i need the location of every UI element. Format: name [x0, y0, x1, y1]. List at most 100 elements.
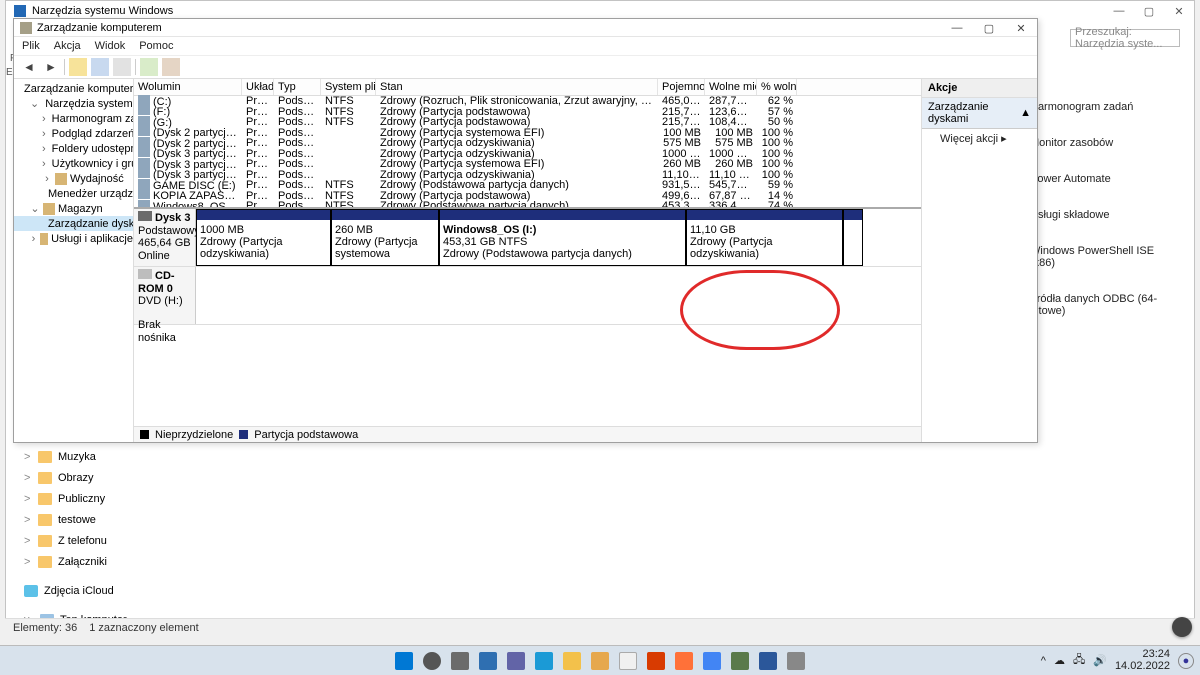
taskbar[interactable]: ^ ☁ 🖧 🔊 23:24 14.02.2022 ●: [0, 645, 1200, 675]
explorer-icon[interactable]: [563, 652, 581, 670]
tree-node[interactable]: Menedżer urządzeń: [14, 186, 133, 201]
photos-icon[interactable]: [731, 652, 749, 670]
tray-cloud-icon[interactable]: ☁: [1054, 654, 1065, 667]
tree-node[interactable]: Zarządzanie dyskami: [14, 216, 133, 231]
calculator-icon[interactable]: [703, 652, 721, 670]
col-pct[interactable]: % wolnego: [757, 79, 797, 95]
sidebar-folder[interactable]: Z telefonu: [6, 530, 206, 551]
menu-widok[interactable]: Widok: [95, 40, 126, 52]
swatch-unallocated: [140, 430, 149, 439]
taskview-icon[interactable]: [451, 652, 469, 670]
maximize-button[interactable]: ▢: [1134, 1, 1164, 21]
partition[interactable]: 260 MBZdrowy (Partycja systemowa: [331, 209, 439, 266]
tray-clock[interactable]: 23:24 14.02.2022: [1115, 649, 1170, 672]
tree-icon: [43, 203, 55, 215]
actions-more[interactable]: Więcej akcji ▸: [922, 129, 1037, 148]
tree-node[interactable]: ›Foldery udostępnione: [14, 141, 133, 156]
disk3-header[interactable]: Dysk 3 Podstawowy 465,64 GB Online: [134, 209, 196, 266]
col-poj[interactable]: Pojemność: [658, 79, 705, 95]
floating-badge[interactable]: [1172, 617, 1192, 637]
menu-plik[interactable]: Plik: [22, 40, 40, 52]
tool-link[interactable]: Monitor zasobów: [1030, 137, 1180, 149]
menu-pomoc[interactable]: Pomoc: [139, 40, 173, 52]
sidebar-icloud[interactable]: Zdjęcia iCloud: [6, 580, 206, 601]
forward-button[interactable]: ►: [42, 58, 60, 76]
tool-link[interactable]: Źródła danych ODBC (64-bitowe): [1030, 293, 1180, 317]
calendar-icon[interactable]: [591, 652, 609, 670]
settings-icon[interactable]: [619, 652, 637, 670]
volume-icon: [138, 189, 150, 199]
tree-node[interactable]: ›Usługi i aplikacje: [14, 231, 133, 246]
volume-table[interactable]: Wolumin Układ Typ System plików Stan Poj…: [134, 79, 921, 209]
actions-pane: Akcje Zarządzanie dyskami▲ Więcej akcji …: [922, 79, 1037, 442]
mmc-minimize-button[interactable]: —: [941, 19, 973, 37]
toolbar-icon-3[interactable]: [113, 58, 131, 76]
tray-volume-icon[interactable]: 🔊: [1093, 654, 1107, 667]
teams-icon[interactable]: [507, 652, 525, 670]
settings-icon[interactable]: [162, 58, 180, 76]
taskbar-apps[interactable]: [395, 652, 805, 670]
col-fs[interactable]: System plików: [321, 79, 376, 95]
tray-network-icon[interactable]: 🖧: [1073, 651, 1085, 670]
col-uklad[interactable]: Układ: [242, 79, 274, 95]
cdrom-header[interactable]: CD-ROM 0 DVD (H:) Brak nośnika: [134, 267, 196, 324]
sidebar-folder[interactable]: testowe: [6, 509, 206, 530]
nav-tree[interactable]: Zarządzanie komputerem (loka⌄Narzędzia s…: [14, 79, 134, 442]
status-selected: 1 zaznaczony element: [89, 622, 198, 634]
sidebar-folder[interactable]: Muzyka: [6, 446, 206, 467]
search-input[interactable]: Przeszukaj: Narzędzia syste...: [1070, 29, 1180, 47]
tree-node[interactable]: ›Wydajność: [14, 171, 133, 186]
office-icon[interactable]: [647, 652, 665, 670]
firefox-icon[interactable]: [675, 652, 693, 670]
col-typ[interactable]: Typ: [274, 79, 321, 95]
mmc-close-button[interactable]: ✕: [1005, 19, 1037, 37]
tree-node[interactable]: ⌄Magazyn: [14, 201, 133, 216]
search-icon[interactable]: [423, 652, 441, 670]
tree-node[interactable]: ›Użytkownicy i grupy lok: [14, 156, 133, 171]
sidebar-folder[interactable]: Publiczny: [6, 488, 206, 509]
legend-primary: Partycja podstawowa: [254, 429, 358, 441]
tool-link[interactable]: Power Automate: [1030, 173, 1180, 185]
printer-icon[interactable]: [787, 652, 805, 670]
tray-chevron-icon[interactable]: ^: [1041, 655, 1046, 667]
tree-node[interactable]: ⌄Narzędzia systemowe: [14, 96, 133, 111]
sidebar-folder[interactable]: Załączniki: [6, 551, 206, 572]
close-button[interactable]: ✕: [1164, 1, 1194, 21]
word-icon[interactable]: [759, 652, 777, 670]
tool-link[interactable]: Windows PowerShell ISE (x86): [1030, 245, 1180, 269]
tree-node[interactable]: Zarządzanie komputerem (loka: [14, 81, 133, 96]
menu-akcja[interactable]: Akcja: [54, 40, 81, 52]
partition[interactable]: Windows8_OS (I:)453,31 GB NTFSZdrowy (Po…: [439, 209, 686, 266]
start-icon[interactable]: [395, 652, 413, 670]
mmc-menubar: Plik Akcja Widok Pomoc: [14, 37, 1037, 55]
actions-group[interactable]: Zarządzanie dyskami▲: [922, 98, 1037, 129]
minimize-button[interactable]: —: [1104, 1, 1134, 21]
mmc-titlebar[interactable]: Zarządzanie komputerem — ▢ ✕: [14, 19, 1037, 37]
tray-notification-icon[interactable]: ●: [1178, 653, 1194, 669]
widgets-icon[interactable]: [479, 652, 497, 670]
col-stan[interactable]: Stan: [376, 79, 658, 95]
sidebar-folder[interactable]: Obrazy: [6, 467, 206, 488]
col-wolne[interactable]: Wolne miejsce: [705, 79, 757, 95]
tree-node[interactable]: ›Harmonogram zadań: [14, 111, 133, 126]
col-wolumin[interactable]: Wolumin: [134, 79, 242, 95]
folder-icon: [38, 514, 52, 526]
toolbar-icon-1[interactable]: [69, 58, 87, 76]
volume-icon: [138, 200, 150, 209]
taskbar-tray[interactable]: ^ ☁ 🖧 🔊 23:24 14.02.2022 ●: [1041, 649, 1194, 672]
table-row[interactable]: Windows8_OS (I:)ProstyPodstawowyNTFSZdro…: [134, 201, 921, 209]
toolbar-icon-2[interactable]: [91, 58, 109, 76]
partition[interactable]: 11,10 GBZdrowy (Partycja odzyskiwania): [686, 209, 843, 266]
table-header[interactable]: Wolumin Układ Typ System plików Stan Poj…: [134, 79, 921, 96]
back-button[interactable]: ◄: [20, 58, 38, 76]
tree-node[interactable]: ›Podgląd zdarzeń: [14, 126, 133, 141]
refresh-icon[interactable]: [140, 58, 158, 76]
tool-link[interactable]: Usługi składowe: [1030, 209, 1180, 221]
edge-icon[interactable]: [535, 652, 553, 670]
partition[interactable]: 1000 MBZdrowy (Partycja odzyskiwania): [196, 209, 331, 266]
mmc-maximize-button[interactable]: ▢: [973, 19, 1005, 37]
disk-row-3[interactable]: Dysk 3 Podstawowy 465,64 GB Online 1000 …: [134, 209, 921, 267]
tool-link[interactable]: Harmonogram zadań: [1030, 101, 1180, 113]
volume-icon: [138, 179, 150, 189]
center-pane: Wolumin Układ Typ System plików Stan Poj…: [134, 79, 922, 442]
